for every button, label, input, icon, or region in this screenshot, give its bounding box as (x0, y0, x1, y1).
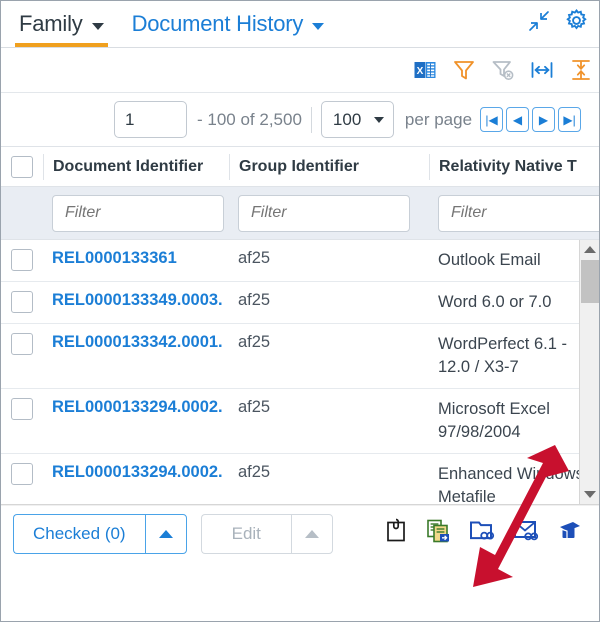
tab-family[interactable]: Family (15, 1, 108, 47)
record-range-label: - 100 of 2,500 (197, 109, 302, 129)
pagination-bar: - 100 of 2,500 100 per page |◀ ◀ ▶ ▶| (1, 93, 599, 146)
tab-bar: Family Document History (1, 1, 599, 48)
filter-input-relativity-native-type[interactable] (438, 194, 599, 232)
folder-link-icon[interactable] (469, 518, 495, 542)
cell-document-identifier[interactable]: REL0000133342.0001. (43, 324, 229, 361)
checked-button[interactable]: Checked (0) (13, 514, 145, 554)
checked-button-group: Checked (0) (13, 514, 187, 554)
table-row[interactable]: REL0000133361 af25 Outlook Email (1, 240, 599, 282)
grid-rows: REL0000133361 af25 Outlook Email REL0000… (1, 240, 599, 504)
grid-header-row: Document Identifier Group Identifier Rel… (1, 146, 599, 187)
cell-group-identifier: af25 (238, 249, 271, 267)
gear-icon[interactable] (564, 8, 589, 33)
chevron-up-icon (304, 530, 319, 538)
page-nav-buttons: |◀ ◀ ▶ ▶| (480, 107, 582, 132)
per-page-label: per page (404, 109, 473, 129)
email-link-icon[interactable] (513, 518, 539, 542)
per-page-value: 100 (332, 109, 362, 129)
grid-filter-row (1, 187, 599, 240)
tab-document-history-label: Document History (131, 11, 304, 36)
scroll-up-button[interactable] (580, 240, 599, 259)
vertical-scrollbar[interactable] (579, 240, 599, 504)
column-header-group-identifier[interactable]: Group Identifier (229, 153, 429, 180)
chevron-down-icon[interactable] (312, 22, 325, 30)
copy-documents-icon[interactable] (426, 518, 451, 543)
push-to-review-icon[interactable] (557, 518, 582, 542)
collapse-rows-icon[interactable] (569, 58, 593, 82)
filter-cell-relativity-native-type (429, 194, 599, 232)
fit-width-icon[interactable] (530, 58, 554, 82)
row-select-cell (1, 324, 43, 355)
divider (310, 106, 312, 133)
mass-operations-bar: Checked (0) Edit (1, 506, 599, 562)
cell-document-identifier[interactable]: REL0000133349.0003. (43, 282, 229, 319)
tab-bar-actions (527, 8, 589, 33)
svg-text:X: X (417, 66, 424, 77)
collapse-icon[interactable] (527, 9, 551, 33)
tab-document-history[interactable]: Document History (132, 1, 325, 47)
chevron-up-icon (158, 530, 173, 538)
cell-document-identifier[interactable]: REL0000133294.0002. (43, 389, 229, 426)
scroll-down-button[interactable] (580, 485, 599, 504)
page-number-input[interactable] (114, 101, 187, 138)
triangle-up-icon (584, 246, 596, 253)
grid-toolbar: X (1, 48, 599, 93)
edit-dropdown-button[interactable] (290, 514, 333, 554)
row-select-cell (1, 454, 43, 485)
row-checkbox[interactable] (11, 333, 33, 355)
cell-group-identifier: af25 (238, 333, 271, 351)
next-page-button[interactable]: ▶ (532, 107, 556, 132)
row-checkbox[interactable] (11, 291, 33, 313)
cell-group-identifier: af25 (238, 398, 271, 416)
select-all-cell (1, 155, 43, 178)
cell-relativity-native-type: WordPerfect 6.1 - 12.0 / X3-7 (438, 335, 567, 376)
cell-document-identifier[interactable]: REL0000133361 (43, 240, 229, 277)
edit-button-group: Edit (200, 514, 333, 554)
row-select-cell (1, 240, 43, 271)
clear-filter-icon[interactable] (491, 58, 515, 82)
vertical-scroll-thumb[interactable] (581, 260, 599, 303)
filter-icon[interactable] (452, 58, 476, 82)
filter-cell-document-identifier (43, 194, 229, 232)
first-page-button[interactable]: |◀ (480, 107, 504, 132)
triangle-down-icon (584, 491, 596, 498)
per-page-select[interactable]: 100 (320, 101, 394, 138)
row-checkbox[interactable] (11, 398, 33, 420)
select-all-checkbox[interactable] (11, 155, 33, 178)
mass-operation-icons (384, 517, 582, 543)
column-header-relativity-native-type[interactable]: Relativity Native T (429, 153, 599, 180)
cell-relativity-native-type: Enhanced Windows Metafile (438, 465, 584, 504)
filter-input-document-identifier[interactable] (52, 194, 224, 232)
previous-page-button[interactable]: ◀ (506, 107, 530, 132)
checked-dropdown-button[interactable] (144, 514, 187, 554)
row-checkbox[interactable] (11, 249, 33, 271)
row-checkbox[interactable] (11, 463, 33, 485)
row-select-cell (1, 282, 43, 313)
chevron-down-icon[interactable] (91, 22, 104, 30)
cell-relativity-native-type: Word 6.0 or 7.0 (438, 293, 552, 311)
filter-cell-group-identifier (229, 194, 429, 232)
last-page-button[interactable]: ▶| (558, 107, 582, 132)
tab-family-label: Family (19, 11, 83, 36)
table-row[interactable]: REL0000133294.0002. af25 Microsoft Excel… (1, 389, 599, 454)
chevron-down-icon (373, 117, 384, 123)
cell-group-identifier: af25 (238, 463, 271, 481)
column-header-document-identifier[interactable]: Document Identifier (43, 153, 229, 180)
cell-group-identifier: af25 (238, 291, 271, 309)
table-row[interactable]: REL0000133294.0002. af25 Enhanced Window… (1, 454, 599, 504)
edit-button[interactable]: Edit (200, 514, 291, 554)
cell-relativity-native-type: Microsoft Excel 97/98/2004 (438, 400, 550, 441)
excel-export-icon[interactable]: X (413, 58, 437, 82)
table-row[interactable]: REL0000133342.0001. af25 WordPerfect 6.1… (1, 324, 599, 389)
relativity-document-panel: Family Document History X 1 - 100 of 2,5… (0, 0, 600, 622)
clipboard-icon[interactable] (384, 517, 408, 543)
cell-relativity-native-type: Outlook Email (438, 251, 541, 269)
row-select-cell (1, 389, 43, 420)
table-row[interactable]: REL0000133349.0003. af25 Word 6.0 or 7.0 (1, 282, 599, 324)
document-grid: Document Identifier Group Identifier Rel… (1, 146, 599, 530)
filter-input-group-identifier[interactable] (238, 194, 410, 232)
cell-document-identifier[interactable]: REL0000133294.0002. (43, 454, 229, 491)
